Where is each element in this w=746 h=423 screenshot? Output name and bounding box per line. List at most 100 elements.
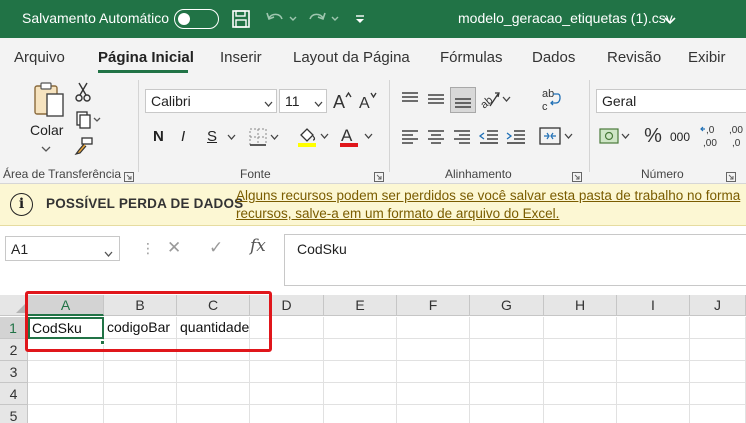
cell-i1[interactable] bbox=[617, 317, 690, 339]
column-header-e[interactable]: E bbox=[324, 295, 397, 316]
cell-d3[interactable] bbox=[250, 361, 324, 383]
cell-e2[interactable] bbox=[324, 339, 397, 361]
column-header-i[interactable]: I bbox=[617, 295, 690, 316]
tab-dados[interactable]: Dados bbox=[532, 49, 575, 66]
cell-c4[interactable] bbox=[177, 383, 250, 405]
cell-f5[interactable] bbox=[397, 405, 470, 423]
increase-font-icon[interactable]: A bbox=[332, 88, 352, 112]
thousands-separator-button[interactable]: 000 bbox=[670, 130, 690, 144]
cell-d4[interactable] bbox=[250, 383, 324, 405]
cell-j4[interactable] bbox=[690, 383, 746, 405]
cell-a5[interactable] bbox=[28, 405, 104, 423]
customize-toolbar-icon[interactable] bbox=[354, 8, 366, 30]
warning-message-link[interactable]: Alguns recursos podem ser perdidos se vo… bbox=[236, 187, 746, 223]
decrease-decimal-icon[interactable]: ,00,0 bbox=[726, 122, 746, 150]
align-right-icon[interactable] bbox=[451, 126, 473, 148]
cell-e5[interactable] bbox=[324, 405, 397, 423]
redo-dropdown-icon[interactable] bbox=[330, 8, 340, 30]
insert-function-button[interactable]: fx bbox=[250, 236, 266, 256]
cell-i5[interactable] bbox=[617, 405, 690, 423]
align-center-icon[interactable] bbox=[425, 126, 447, 148]
italic-button[interactable]: I bbox=[181, 128, 185, 145]
cell-f1[interactable] bbox=[397, 317, 470, 339]
align-left-icon[interactable] bbox=[399, 126, 421, 148]
select-all-button[interactable] bbox=[0, 295, 28, 316]
cell-h4[interactable] bbox=[544, 383, 617, 405]
underline-dropdown-icon[interactable] bbox=[226, 132, 236, 142]
chevron-down-icon[interactable] bbox=[664, 13, 676, 31]
orientation-icon[interactable]: ab bbox=[478, 88, 512, 110]
merge-center-icon[interactable] bbox=[538, 124, 576, 148]
cell-c5[interactable] bbox=[177, 405, 250, 423]
tab-formulas[interactable]: Fórmulas bbox=[440, 49, 503, 66]
underline-button[interactable]: S bbox=[207, 128, 217, 145]
formula-input[interactable]: CodSku bbox=[284, 234, 746, 286]
cell-f3[interactable] bbox=[397, 361, 470, 383]
cell-e3[interactable] bbox=[324, 361, 397, 383]
decrease-indent-icon[interactable] bbox=[478, 126, 500, 148]
cell-g2[interactable] bbox=[470, 339, 544, 361]
font-size-combo[interactable]: 11 bbox=[279, 89, 327, 113]
accounting-format-icon[interactable] bbox=[598, 124, 632, 148]
tab-arquivo[interactable]: Arquivo bbox=[14, 49, 65, 66]
cell-f2[interactable] bbox=[397, 339, 470, 361]
align-top-icon[interactable] bbox=[399, 88, 421, 110]
undo-dropdown-icon[interactable] bbox=[288, 8, 298, 30]
bold-button[interactable]: N bbox=[153, 128, 164, 145]
paste-icon[interactable] bbox=[30, 80, 66, 118]
file-name[interactable]: modelo_geracao_etiquetas (1).csv bbox=[458, 10, 673, 26]
percent-icon[interactable]: % bbox=[642, 124, 664, 148]
cell-g4[interactable] bbox=[470, 383, 544, 405]
row-header-5[interactable]: 5 bbox=[0, 405, 28, 423]
cell-e4[interactable] bbox=[324, 383, 397, 405]
cell-h3[interactable] bbox=[544, 361, 617, 383]
confirm-icon[interactable]: ✓ bbox=[209, 238, 223, 258]
copy-icon[interactable] bbox=[74, 110, 104, 130]
paste-dropdown-icon[interactable] bbox=[40, 144, 52, 154]
cell-c3[interactable] bbox=[177, 361, 250, 383]
tab-revisao[interactable]: Revisão bbox=[607, 49, 661, 66]
cell-j5[interactable] bbox=[690, 405, 746, 423]
cell-h1[interactable] bbox=[544, 317, 617, 339]
row-header-1[interactable]: 1 bbox=[0, 317, 28, 339]
fill-color-icon[interactable] bbox=[296, 124, 330, 150]
number-format-combo[interactable]: Geral bbox=[596, 89, 746, 113]
cell-b4[interactable] bbox=[104, 383, 177, 405]
alignment-launcher-icon[interactable] bbox=[572, 169, 582, 182]
align-middle-icon[interactable] bbox=[425, 88, 447, 110]
cell-i2[interactable] bbox=[617, 339, 690, 361]
borders-icon[interactable] bbox=[248, 126, 280, 148]
cell-a4[interactable] bbox=[28, 383, 104, 405]
cell-j1[interactable] bbox=[690, 317, 746, 339]
column-header-f[interactable]: F bbox=[397, 295, 470, 316]
row-header-4[interactable]: 4 bbox=[0, 383, 28, 405]
tab-pagina-inicial[interactable]: Página Inicial bbox=[98, 49, 194, 66]
tab-inserir[interactable]: Inserir bbox=[220, 49, 262, 66]
row-header-3[interactable]: 3 bbox=[0, 361, 28, 383]
cancel-icon[interactable]: ✕ bbox=[167, 238, 181, 258]
cut-icon[interactable] bbox=[74, 82, 92, 102]
redo-icon[interactable] bbox=[306, 8, 328, 30]
increase-decimal-icon[interactable]: ,0,00 bbox=[700, 122, 724, 150]
number-launcher-icon[interactable] bbox=[726, 169, 736, 182]
format-painter-icon[interactable] bbox=[74, 136, 94, 156]
tab-exibir[interactable]: Exibir bbox=[688, 49, 726, 66]
font-launcher-icon[interactable] bbox=[374, 169, 384, 182]
decrease-font-icon[interactable]: A bbox=[358, 88, 378, 112]
row-header-2[interactable]: 2 bbox=[0, 339, 28, 361]
font-color-icon[interactable]: A bbox=[338, 124, 376, 150]
cell-e1[interactable] bbox=[324, 317, 397, 339]
cell-i3[interactable] bbox=[617, 361, 690, 383]
column-header-g[interactable]: G bbox=[470, 295, 544, 316]
cell-f4[interactable] bbox=[397, 383, 470, 405]
cell-g1[interactable] bbox=[470, 317, 544, 339]
cell-a3[interactable] bbox=[28, 361, 104, 383]
cell-b5[interactable] bbox=[104, 405, 177, 423]
align-bottom-icon[interactable] bbox=[450, 87, 476, 113]
wrap-text-icon[interactable]: ab c bbox=[540, 86, 562, 112]
cell-j2[interactable] bbox=[690, 339, 746, 361]
cell-j3[interactable] bbox=[690, 361, 746, 383]
increase-indent-icon[interactable] bbox=[505, 126, 527, 148]
cell-h2[interactable] bbox=[544, 339, 617, 361]
cell-h5[interactable] bbox=[544, 405, 617, 423]
